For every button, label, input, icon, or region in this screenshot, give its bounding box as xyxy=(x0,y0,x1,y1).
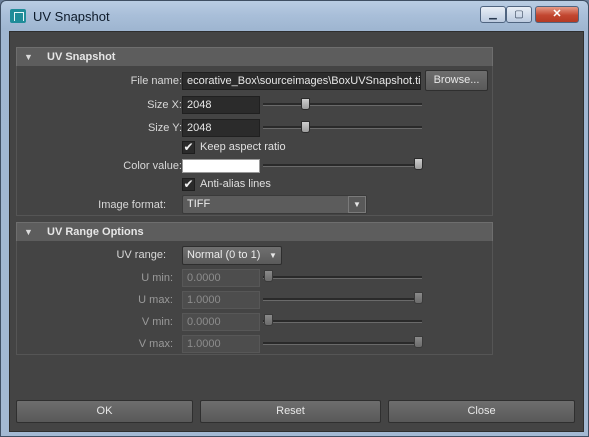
v-min-label: V min: xyxy=(141,316,173,328)
maximize-button[interactable]: ▢ xyxy=(506,6,532,23)
maya-app-icon xyxy=(10,9,26,23)
v-max-field[interactable]: 1.0000 xyxy=(182,335,260,353)
image-format-value: TIFF xyxy=(187,198,211,210)
window-title: UV Snapshot xyxy=(33,9,110,24)
browse-button[interactable]: Browse... xyxy=(425,70,488,91)
uv-range-options-frame-body: UV range: Normal (0 to 1) ▼ U min: 0.000… xyxy=(16,241,493,355)
size-x-label: Size X: xyxy=(147,99,182,111)
u-min-field[interactable]: 0.0000 xyxy=(182,269,260,287)
u-min-slider-thumb[interactable] xyxy=(264,270,273,282)
uv-snapshot-frame-body: File name: ecorative_Box\sourceimages\Bo… xyxy=(16,66,493,216)
color-value-slider-track[interactable] xyxy=(263,164,422,167)
keep-aspect-ratio-checkbox[interactable]: ✔ xyxy=(182,141,195,154)
size-x-slider-track[interactable] xyxy=(263,103,422,106)
uv-range-dropdown[interactable]: Normal (0 to 1) ▼ xyxy=(182,246,282,265)
size-x-field[interactable]: 2048 xyxy=(182,96,260,114)
u-min-label: U min: xyxy=(141,272,173,284)
uv-range-options-frame-header[interactable]: ▼ UV Range Options xyxy=(16,222,493,242)
size-y-field[interactable]: 2048 xyxy=(182,119,260,137)
collapse-arrow-icon: ▼ xyxy=(24,227,33,237)
v-min-slider-thumb[interactable] xyxy=(264,314,273,326)
close-button[interactable]: Close xyxy=(388,400,575,423)
file-name-field[interactable]: ecorative_Box\sourceimages\BoxUVSnapshot… xyxy=(182,72,421,90)
v-max-slider-track[interactable] xyxy=(263,342,422,345)
size-y-slider-thumb[interactable] xyxy=(301,121,310,133)
reset-button[interactable]: Reset xyxy=(200,400,381,423)
size-y-label: Size Y: xyxy=(147,122,182,134)
v-min-field[interactable]: 0.0000 xyxy=(182,313,260,331)
uv-snapshot-frame-header[interactable]: ▼ UV Snapshot xyxy=(16,47,493,67)
dropdown-arrow-icon: ▼ xyxy=(348,196,366,213)
collapse-arrow-icon: ▼ xyxy=(24,52,33,62)
size-x-slider-thumb[interactable] xyxy=(301,98,310,110)
uv-snapshot-frame-title: UV Snapshot xyxy=(47,51,116,63)
ok-button[interactable]: OK xyxy=(16,400,193,423)
title-bar[interactable]: UV Snapshot ▁ ▢ ✕ xyxy=(1,1,588,31)
uv-snapshot-window: UV Snapshot ▁ ▢ ✕ ▼ UV Snapshot File nam… xyxy=(0,0,589,437)
v-min-slider-track[interactable] xyxy=(263,320,422,323)
uv-range-options-frame-title: UV Range Options xyxy=(47,226,144,238)
close-window-button[interactable]: ✕ xyxy=(535,6,579,23)
v-max-slider-thumb[interactable] xyxy=(414,336,423,348)
color-value-label: Color value: xyxy=(123,160,182,172)
u-max-field[interactable]: 1.0000 xyxy=(182,291,260,309)
uv-range-value: Normal (0 to 1) xyxy=(187,249,261,261)
image-format-dropdown[interactable]: TIFF ▼ xyxy=(182,195,367,214)
color-value-slider-thumb[interactable] xyxy=(414,158,423,170)
keep-aspect-ratio-label[interactable]: Keep aspect ratio xyxy=(200,141,286,153)
u-max-label: U max: xyxy=(138,294,173,306)
uv-range-label: UV range: xyxy=(116,249,166,261)
size-y-slider-track[interactable] xyxy=(263,126,422,129)
file-name-label: File name: xyxy=(130,75,182,87)
dropdown-arrow-icon: ▼ xyxy=(269,251,277,260)
u-max-slider-thumb[interactable] xyxy=(414,292,423,304)
image-format-label: Image format: xyxy=(98,199,166,211)
color-value-swatch[interactable] xyxy=(182,159,260,173)
anti-alias-lines-label[interactable]: Anti-alias lines xyxy=(200,178,271,190)
dialog-client-area: ▼ UV Snapshot File name: ecorative_Box\s… xyxy=(9,31,584,432)
u-max-slider-track[interactable] xyxy=(263,298,422,301)
minimize-button[interactable]: ▁ xyxy=(480,6,506,23)
u-min-slider-track[interactable] xyxy=(263,276,422,279)
anti-alias-lines-checkbox[interactable]: ✔ xyxy=(182,178,195,191)
v-max-label: V max: xyxy=(138,338,173,350)
